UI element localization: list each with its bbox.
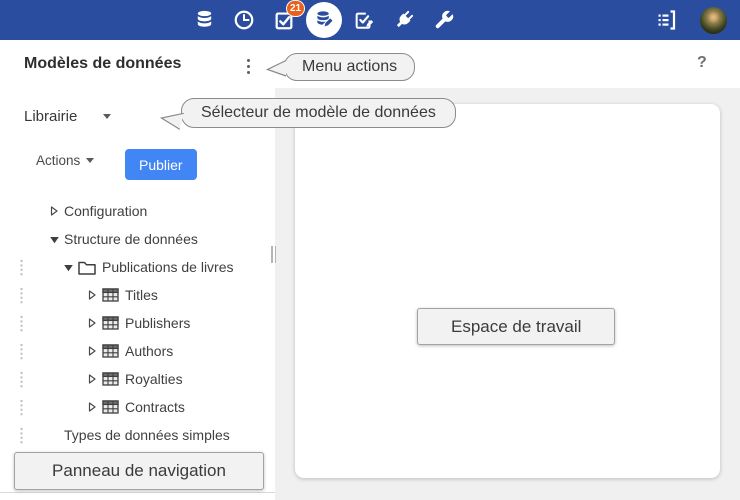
callout-model-selector: Sélecteur de modèle de données [181,98,456,128]
drag-handle-icon[interactable] [19,315,24,337]
panel-resize-handle[interactable] [270,246,277,263]
database-icon [193,8,216,32]
table-icon [102,400,119,414]
callout-workspace: Espace de travail [417,308,615,345]
topbar-icon-group: 21 [184,2,464,38]
tree-item-titles[interactable]: Titles [0,281,275,309]
table-icon [102,344,119,358]
actions-label: Actions [36,153,80,168]
actions-dropdown[interactable]: Actions [36,153,94,168]
chevron-right-icon[interactable] [86,289,98,301]
data-models-icon-button[interactable] [304,2,344,38]
folder-icon [78,260,96,275]
workspace-canvas[interactable] [295,104,720,478]
tree-item-label: Types de données simples [64,427,230,443]
form-designer-icon-button[interactable] [344,2,384,38]
callout-menu-actions: Menu actions [284,53,415,81]
app-list-icon [654,8,678,32]
help-icon[interactable]: ? [697,54,707,72]
tasks-icon-button[interactable]: 21 [264,2,304,38]
tree: Configuration Structure de données Publica… [0,197,275,449]
tree-item-label: Configuration [64,203,147,219]
table-icon [102,372,119,386]
chevron-right-icon[interactable] [48,205,60,217]
app-list-icon-button[interactable] [652,2,680,38]
database-icon-button[interactable] [184,2,224,38]
model-name-label: Librairie [24,108,77,125]
wrench-icon [433,9,455,31]
drag-handle-icon[interactable] [19,371,24,393]
wrench-icon-button[interactable] [424,2,464,38]
drag-handle-icon[interactable] [19,343,24,365]
tree-item-label: Publications de livres [102,259,234,275]
model-selector-dropdown[interactable]: Librairie [24,108,111,125]
page-title: Modèles de données [24,55,181,73]
notification-badge: 21 [286,0,305,17]
drag-handle-icon[interactable] [19,427,24,449]
topbar-right-group [652,0,727,40]
callout-label: Espace de travail [451,317,581,337]
tree-item-label: Titles [125,287,158,303]
clock-icon [233,9,255,31]
tree-item-publishers[interactable]: Publishers [0,309,275,337]
callout-pointer [266,59,287,78]
publish-button[interactable]: Publier [125,149,197,180]
kebab-menu-icon[interactable] [240,54,256,78]
table-icon [102,316,119,330]
tree-item-label: Royalties [125,371,183,387]
callout-pointer [158,107,185,132]
topbar: 21 [0,0,740,40]
chevron-down-icon [86,158,94,163]
plug-icon-button[interactable] [384,2,424,38]
drag-handle-icon[interactable] [19,399,24,421]
tree-item-royalties[interactable]: Royalties [0,365,275,393]
tree-item-structure-de-donn-es[interactable]: Structure de données [0,225,275,253]
form-designer-icon [353,9,375,31]
tree-item-types-de-donn-es-simples[interactable]: Types de données simples [0,421,275,449]
tree-item-authors[interactable]: Authors [0,337,275,365]
active-icon-circle [306,2,342,38]
tree-item-label: Publishers [125,315,190,331]
tree-item-label: Contracts [125,399,185,415]
chevron-right-icon[interactable] [86,317,98,329]
chevron-right-icon[interactable] [86,401,98,413]
avatar[interactable] [700,7,727,34]
chevron-right-icon[interactable] [86,345,98,357]
tree-item-contracts[interactable]: Contracts [0,393,275,421]
plug-icon [393,9,415,31]
callout-label: Menu actions [302,58,397,76]
drag-handle-icon[interactable] [19,287,24,309]
table-icon [102,288,119,302]
tree-item-configuration[interactable]: Configuration [0,197,275,225]
tree-item-label: Structure de données [64,231,198,247]
data-models-icon [313,9,335,31]
chevron-right-icon[interactable] [86,373,98,385]
callout-navigation-panel: Panneau de navigation [14,452,264,490]
tree-item-publications-de-livres[interactable]: Publications de livres [0,253,275,281]
tree-item-label: Authors [125,343,173,359]
drag-handle-icon[interactable] [19,259,24,281]
chevron-down-icon[interactable] [62,262,74,273]
clock-icon-button[interactable] [224,2,264,38]
chevron-down-icon[interactable] [48,234,60,245]
callout-label: Sélecteur de modèle de données [201,104,436,122]
callout-label: Panneau de navigation [52,461,226,481]
chevron-down-icon [103,114,111,119]
nav-panel-divider [0,492,275,493]
